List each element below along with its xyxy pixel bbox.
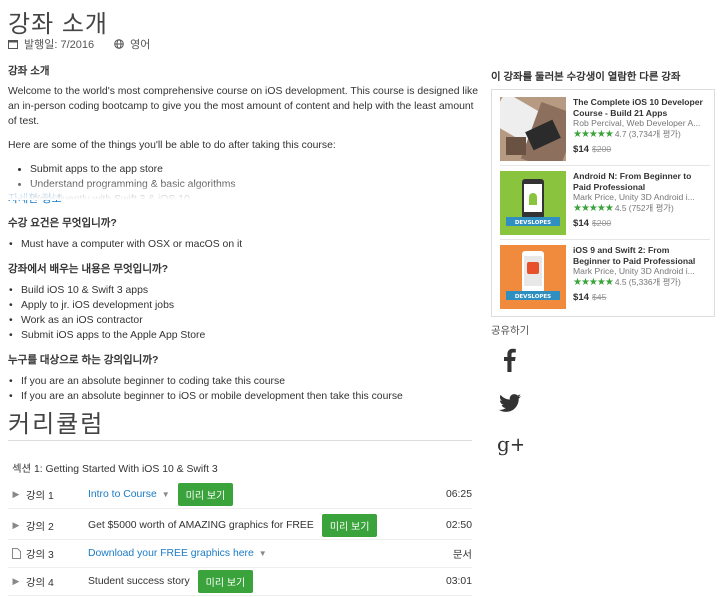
page-title: 강좌 소개 xyxy=(8,11,108,38)
facebook-icon[interactable] xyxy=(497,347,523,373)
related-courses-heading: 이 강좌를 둘러본 수강생이 열람한 다른 강좌 xyxy=(491,72,681,83)
audience-heading: 누구를 대상으로 하는 강의입니까? xyxy=(8,354,159,366)
price: $14 xyxy=(573,144,590,155)
course-title-line2[interactable]: Course - Build 21 Apps xyxy=(573,108,703,119)
description-intro: Welcome to the world's most comprehensiv… xyxy=(8,86,478,127)
description-heading: 강좌 소개 xyxy=(8,65,50,77)
chevron-down-icon[interactable]: ▼ xyxy=(259,549,267,558)
lecture-title: Student success story xyxy=(88,575,190,587)
course-title-line2[interactable]: Paid Professional xyxy=(573,182,695,193)
rating-count: 4.5 (5,336개 평가) xyxy=(614,276,681,287)
price: $14 xyxy=(573,292,590,303)
course-thumbnail[interactable]: DEVSLOPES xyxy=(500,245,566,309)
lecture-duration: 문서 xyxy=(452,549,472,561)
list-item: Work fluently with Swift 3 & iOS 10 xyxy=(30,192,478,200)
list-item: Must have a computer with OSX or macOS o… xyxy=(21,237,478,252)
list-item: Understand programming & basic algorithm… xyxy=(30,177,478,192)
description-collapsed: 강좌 소개 Welcome to the world's most compre… xyxy=(8,64,478,200)
original-price: $200 xyxy=(592,144,612,154)
lecture-title[interactable]: Intro to Course xyxy=(88,489,157,500)
thumbnail-label: DEVSLOPES xyxy=(515,220,551,226)
lecture-title[interactable]: Download your FREE graphics here xyxy=(88,548,254,559)
divider xyxy=(8,440,472,441)
course-thumbnail[interactable] xyxy=(500,97,566,161)
rating-count: 4.7 (3,734개 평가) xyxy=(614,128,681,139)
course-card[interactable]: DEVSLOPES iOS 9 and Swift 2: From Beginn… xyxy=(500,245,710,309)
course-author: Rob Percival, Web Developer A... xyxy=(573,118,701,128)
document-icon xyxy=(8,547,24,559)
preview-button[interactable]: 미리 보기 xyxy=(197,569,254,593)
course-title[interactable]: The Complete iOS 10 Developer xyxy=(573,97,703,108)
price: $14 xyxy=(573,218,590,229)
lecture-row[interactable]: ▶ 강의 2 Get $5000 worth of AMAZING graphi… xyxy=(8,511,472,540)
globe-icon xyxy=(114,39,124,49)
lecture-title: Get $5000 worth of AMAZING graphics for … xyxy=(88,519,314,531)
play-icon: ▶ xyxy=(12,575,20,586)
original-price: $200 xyxy=(592,218,612,228)
lecture-row[interactable]: ▶ 강의 1 Intro to Course ▼ 미리 보기 06:25 xyxy=(8,480,472,509)
list-item: Apply to jr. iOS development jobs xyxy=(21,298,478,313)
course-author: Mark Price, Unity 3D Android i... xyxy=(573,266,695,276)
twitter-icon[interactable] xyxy=(497,390,523,416)
preview-button[interactable]: 미리 보기 xyxy=(177,482,234,506)
star-rating: ★★★★★ xyxy=(573,128,614,140)
course-description: 강좌 소개 Welcome to the world's most compre… xyxy=(8,64,478,404)
chevron-down-icon[interactable]: ▼ xyxy=(162,490,170,499)
share-heading: 공유하기 xyxy=(491,326,530,337)
google-plus-icon[interactable]: g+ xyxy=(497,430,523,456)
curriculum-title: 커리큘럼 xyxy=(8,411,105,438)
play-icon: ▶ xyxy=(12,488,20,499)
play-icon: ▶ xyxy=(12,519,20,530)
list-item: Build iOS 10 & Swift 3 apps xyxy=(21,283,478,298)
language: 영어 xyxy=(130,39,151,51)
course-title[interactable]: Android N: From Beginner to xyxy=(573,171,695,182)
preview-button[interactable]: 미리 보기 xyxy=(321,513,378,537)
lecture-number: 강의 3 xyxy=(26,549,54,561)
course-title[interactable]: iOS 9 and Swift 2: From xyxy=(573,245,695,256)
star-rating: ★★★★★ xyxy=(573,202,614,214)
list-item: Submit apps to the app store xyxy=(30,162,478,177)
lecture-duration: 06:25 xyxy=(445,488,472,500)
course-author: Mark Price, Unity 3D Android i... xyxy=(573,192,695,202)
course-card[interactable]: The Complete iOS 10 Developer Course - B… xyxy=(500,97,710,161)
thumbnail-label: DEVSLOPES xyxy=(515,294,551,300)
lecture-duration: 02:50 xyxy=(445,519,472,531)
calendar-icon xyxy=(8,40,18,49)
course-thumbnail[interactable]: DEVSLOPES xyxy=(500,171,566,235)
lecture-number: 강의 1 xyxy=(26,490,54,502)
lecture-duration: 03:01 xyxy=(445,575,472,587)
course-title-line2[interactable]: Beginner to Paid Professional xyxy=(573,256,695,267)
divider xyxy=(500,239,710,240)
original-price: $45 xyxy=(592,292,607,302)
course-meta: 발행일: 7/2016 영어 xyxy=(8,36,150,52)
lecture-number: 강의 2 xyxy=(26,521,54,533)
lecture-row[interactable]: ▶ 강의 4 Student success story 미리 보기 03:01 xyxy=(8,567,472,596)
list-item: If you are an absolute beginner to codin… xyxy=(21,374,478,389)
svg-text:g+: g+ xyxy=(497,432,523,456)
star-rating: ★★★★★ xyxy=(573,276,614,288)
lecture-number: 강의 4 xyxy=(26,577,54,589)
published-date: 발행일: 7/2016 xyxy=(24,39,95,51)
section-title: 섹션 1: Getting Started With iOS 10 & Swif… xyxy=(12,464,218,475)
divider xyxy=(500,165,710,166)
related-courses-list: The Complete iOS 10 Developer Course - B… xyxy=(491,89,715,317)
course-card[interactable]: DEVSLOPES Android N: From Beginner to Pa… xyxy=(500,171,710,235)
requirements-heading: 수강 요건은 무엇입니까? xyxy=(8,217,117,229)
learn-heading: 강좌에서 배우는 내용은 무엇입니까? xyxy=(8,263,169,275)
lecture-row[interactable]: 강의 3 Download your FREE graphics here ▼ … xyxy=(8,539,472,568)
list-item: Work as an iOS contractor xyxy=(21,313,478,328)
list-item: Submit iOS apps to the Apple App Store xyxy=(21,328,478,343)
list-item: If you are an absolute beginner to iOS o… xyxy=(21,389,478,404)
rating-count: 4.5 (752개 평가) xyxy=(614,202,674,213)
description-lead: Here are some of the things you'll be ab… xyxy=(8,140,336,151)
